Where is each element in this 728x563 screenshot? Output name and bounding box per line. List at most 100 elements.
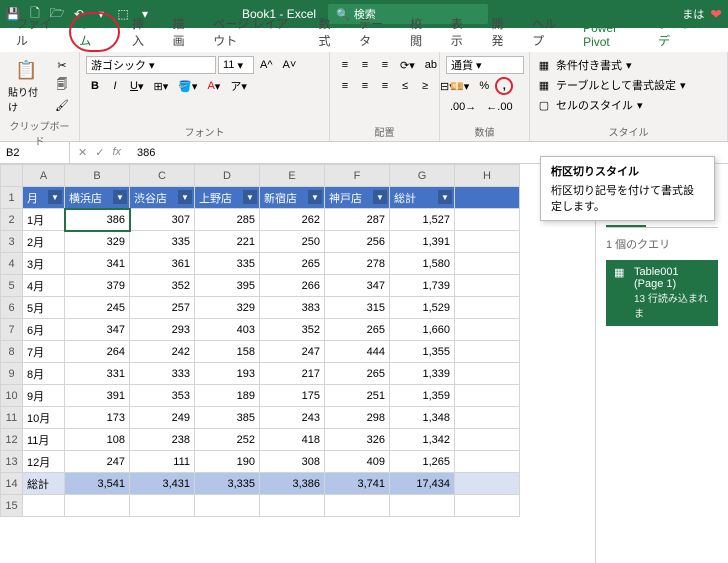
table-header-cell[interactable]: 上野店▼ [195,187,260,209]
align-top-button[interactable]: ≡ [336,56,354,74]
cell[interactable]: 262 [260,209,325,231]
cell[interactable] [390,495,455,517]
cell[interactable]: 1,342 [390,429,455,451]
bold-button[interactable]: B [86,77,104,95]
cell[interactable]: 242 [130,341,195,363]
tab-開発[interactable]: 開発 [483,12,520,52]
row-header-14[interactable]: 14 [1,473,23,495]
align-middle-button[interactable]: ≡ [356,56,374,74]
align-bottom-button[interactable]: ≡ [376,56,394,74]
tab-ファイル[interactable]: ファイル [8,12,65,52]
row-header-11[interactable]: 11 [1,407,23,429]
cell[interactable]: 3,741 [325,473,390,495]
cell[interactable]: 326 [325,429,390,451]
cell[interactable]: 221 [195,231,260,253]
cell[interactable] [455,253,520,275]
align-right-button[interactable]: ≡ [376,77,394,95]
row-header-7[interactable]: 7 [1,319,23,341]
increase-decimal-button[interactable]: .00→ [446,98,480,116]
cell[interactable] [455,429,520,451]
cell[interactable]: 383 [260,297,325,319]
cell[interactable]: 278 [325,253,390,275]
cell[interactable]: 265 [325,319,390,341]
cell[interactable]: 395 [195,275,260,297]
table-header-cell[interactable]: 月▼ [23,187,65,209]
row-header-15[interactable]: 15 [1,495,23,517]
col-header-A[interactable]: A [23,165,65,187]
cell[interactable] [455,297,520,319]
cell[interactable]: 1,339 [390,363,455,385]
cell[interactable]: 418 [260,429,325,451]
row-header-3[interactable]: 3 [1,231,23,253]
cell[interactable] [455,363,520,385]
cell[interactable]: 352 [130,275,195,297]
cell[interactable]: 331 [65,363,130,385]
cell[interactable]: 252 [195,429,260,451]
indent-left-button[interactable]: ≤ [396,77,414,95]
tab-描画[interactable]: 描画 [165,12,202,52]
cell[interactable]: 7月 [23,341,65,363]
cell[interactable]: 307 [130,209,195,231]
filter-dropdown-icon[interactable]: ▼ [243,190,257,204]
cell[interactable] [455,319,520,341]
font-color-button[interactable]: A▾ [203,77,224,95]
cell[interactable] [455,341,520,363]
cell[interactable]: 243 [260,407,325,429]
cell[interactable] [455,495,520,517]
cell[interactable]: 8月 [23,363,65,385]
wrap-text-button[interactable]: ab [421,56,441,74]
fx-icon[interactable]: fx [112,146,121,159]
paste-button[interactable]: 📋 貼り付け [6,56,47,116]
tab-表示[interactable]: 表示 [443,12,480,52]
align-left-button[interactable]: ≡ [336,77,354,95]
cell[interactable]: 5月 [23,297,65,319]
cell[interactable]: 17,434 [390,473,455,495]
cell[interactable]: 1,739 [390,275,455,297]
col-header-H[interactable]: H [455,165,520,187]
cell[interactable]: 3,431 [130,473,195,495]
row-header-1[interactable]: 1 [1,187,23,209]
font-family-select[interactable]: 游ゴシック ▾ [86,56,216,74]
cell[interactable]: 189 [195,385,260,407]
row-header-5[interactable]: 5 [1,275,23,297]
phonetic-button[interactable]: ア▾ [226,77,251,95]
cell[interactable] [23,495,65,517]
formula-value[interactable]: 386 [129,147,163,159]
format-as-table-button[interactable]: ▦テーブルとして書式設定▾ [536,76,686,94]
col-header-G[interactable]: G [390,165,455,187]
cell[interactable]: 247 [260,341,325,363]
cell[interactable]: 1,265 [390,451,455,473]
comma-style-button[interactable]: , [495,77,513,95]
row-header-13[interactable]: 13 [1,451,23,473]
decrease-decimal-button[interactable]: ←.00 [482,98,516,116]
font-size-select[interactable]: 11 ▾ [218,56,254,74]
cell[interactable]: 108 [65,429,130,451]
col-header-E[interactable]: E [260,165,325,187]
cell[interactable]: 190 [195,451,260,473]
query-item[interactable]: ▦ Table001 (Page 1) 13 行読み込まれま [606,260,718,326]
cell[interactable]: 287 [325,209,390,231]
cell[interactable] [65,495,130,517]
italic-button[interactable]: I [106,77,124,95]
cell[interactable] [455,473,520,495]
cell[interactable] [455,451,520,473]
cell[interactable]: 1,580 [390,253,455,275]
cell[interactable] [195,495,260,517]
accounting-button[interactable]: 💴▾ [446,77,473,95]
cell[interactable]: 111 [130,451,195,473]
number-format-select[interactable]: 通貨 ▾ [446,56,524,74]
cell[interactable]: 335 [195,253,260,275]
cell[interactable]: 386 [65,209,130,231]
orientation-button[interactable]: ⟳▾ [396,56,419,74]
cell[interactable]: 409 [325,451,390,473]
cell[interactable] [325,495,390,517]
cell[interactable]: 250 [260,231,325,253]
decrease-font-button[interactable]: A˅ [279,56,301,74]
row-header-10[interactable]: 10 [1,385,23,407]
tab-数式[interactable]: 数式 [311,12,348,52]
format-painter-button[interactable]: 🖌 [51,96,73,114]
cell[interactable]: 4月 [23,275,65,297]
cell-styles-button[interactable]: ▢セルのスタイル▾ [536,96,643,114]
cell[interactable]: 175 [260,385,325,407]
cell[interactable]: 264 [65,341,130,363]
